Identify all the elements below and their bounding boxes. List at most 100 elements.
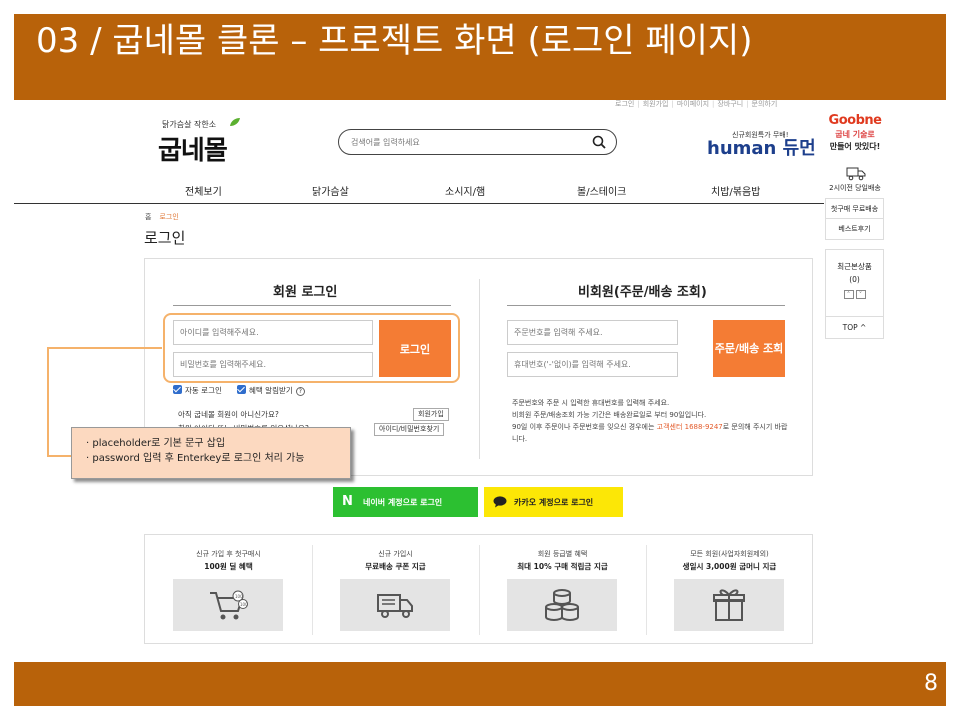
benefit-image — [340, 579, 450, 631]
benefit-item: 모든 회원(사업자회원제외) 생일시 3,000원 굽머니 지급 — [646, 535, 813, 645]
benefit-sub: 모든 회원(사업자회원제외) — [690, 550, 769, 558]
svg-text:100: 100 — [240, 602, 248, 607]
guest-lookup-title: 비회원(주문/배송 조회) — [578, 285, 707, 300]
site-logo[interactable]: 굽네몰 — [158, 130, 228, 167]
goobne-logo: Goobne — [828, 113, 882, 128]
goobne-slogan: 굽네 기술로 — [835, 130, 875, 139]
cart-icon: 100 100 — [210, 590, 248, 620]
top-button[interactable]: TOP ^ — [826, 316, 883, 338]
notify-label: 혜택 알림받기 — [249, 386, 293, 395]
benefit-image — [507, 579, 617, 631]
benefit-item: 회원 등급별 혜택 최대 10% 구매 적립금 지급 — [479, 535, 646, 645]
quick-menu: 첫구매 무료배송 베스트후기 — [825, 198, 884, 240]
member-login-title: 회원 로그인 — [273, 285, 338, 300]
guest-info-line-3a: 90일 이후 주문이나 주문번호를 잊으신 경우에는 — [512, 423, 657, 431]
guest-title-underline — [507, 305, 785, 306]
util-signup-link[interactable]: 회원가입 — [640, 100, 672, 109]
kakao-login-label: 카카오 계정으로 로그인 — [514, 497, 594, 507]
quick-free-shipping-link[interactable]: 첫구매 무료배송 — [826, 199, 883, 219]
chevron-up-icon[interactable]: ˄ — [843, 290, 854, 299]
goobne-banner[interactable]: Goobne 굽네 기술로 만들어 맛있다! 2시이전 당일배송 — [823, 113, 887, 192]
breadcrumb-home[interactable]: 홈 — [145, 213, 151, 221]
benefit-image — [674, 579, 784, 631]
phone-number-input[interactable] — [507, 352, 678, 377]
annotation-line-2: · password 입력 후 Enterkey로 로그인 처리 가능 — [86, 453, 305, 464]
coins-icon — [545, 589, 579, 621]
benefit-image: 100 100 — [173, 579, 283, 631]
highlight-box — [163, 313, 460, 383]
main-nav: 전체보기 닭가슴살 소시지/햄 볼/스테이크 치밥/볶음밥 — [14, 176, 824, 204]
recent-arrows: ˄ ˅ — [826, 290, 883, 299]
help-icon[interactable]: ? — [295, 387, 305, 396]
benefit-item: 신규 가입시 무료배송 쿠폰 지급 — [312, 535, 479, 645]
recent-label: 최근본상품 — [837, 262, 872, 271]
breadcrumb: 홈 로그인 — [145, 212, 179, 222]
nav-item-rice[interactable]: 치밥/볶음밥 — [711, 183, 760, 198]
notify-checkbox[interactable]: 혜택 알림받기? — [237, 385, 305, 396]
auto-login-label: 자동 로그인 — [185, 386, 222, 395]
goobne-slogan-2: 만들어 맛있다! — [829, 142, 881, 151]
connector-line-bottom — [47, 455, 73, 457]
naver-login-label: 네이버 계정으로 로그인 — [363, 497, 443, 507]
logo-slogan: 닭가슴살 작한소 — [162, 120, 217, 129]
nav-item-chicken-breast[interactable]: 닭가슴살 — [312, 183, 349, 198]
truck-icon — [377, 594, 413, 618]
benefit-title: 최대 10% 구매 적립금 지급 — [517, 562, 608, 571]
order-lookup-label: 주문/배송 조회 — [714, 341, 784, 355]
util-login-link[interactable]: 로그인 — [612, 100, 637, 109]
checkbox-checked-icon — [173, 385, 182, 394]
guest-info-line-2: 비회원 주문/배송조회 가능 기간은 배송완료일로 부터 90일입니다. — [512, 411, 707, 419]
gift-icon — [713, 589, 745, 621]
connector-line-top — [47, 347, 162, 349]
order-number-input[interactable] — [507, 320, 678, 345]
auto-login-checkbox[interactable]: 자동 로그인 — [173, 385, 222, 396]
kakao-login-button[interactable]: 카카오 계정으로 로그인 — [484, 487, 623, 517]
nav-item-all[interactable]: 전체보기 — [185, 183, 222, 198]
guest-info-line-3: 90일 이후 주문이나 주문번호를 잊으신 경우에는 고객센터 1688-924… — [512, 421, 792, 445]
benefits-section: 신규 가입 후 첫구매시 100원 딜 혜택 100 100 신규 가입시 무료배… — [144, 534, 813, 644]
utility-links: 로그인 | 회원가입 | 마이페이지 | 장바구니 | 문의하기 — [612, 100, 780, 109]
order-lookup-button[interactable]: 주문/배송 조회 — [713, 320, 785, 377]
search-icon[interactable] — [592, 135, 606, 149]
checkbox-checked-icon — [237, 385, 246, 394]
util-mypage-link[interactable]: 마이페이지 — [674, 100, 712, 109]
recent-count: (0) — [849, 275, 860, 284]
annotation-tooltip: · placeholder로 기본 문구 삽입 · password 입력 후 … — [71, 427, 351, 479]
chevron-down-icon[interactable]: ˅ — [855, 290, 866, 299]
human-banner[interactable]: 신규회원특가 무배! human 듀먼 — [707, 126, 816, 159]
util-cart-link[interactable]: 장바구니 — [714, 100, 746, 109]
page-number: 8 — [924, 671, 938, 696]
delivery-text: 2시이전 당일배송 — [829, 184, 881, 192]
benefit-title: 생일시 3,000원 굽머니 지급 — [682, 562, 777, 571]
human-logo: human 듀먼 — [707, 138, 816, 159]
customer-center-link[interactable]: 고객센터 1688-9247 — [657, 423, 723, 431]
signup-button[interactable]: 회원가입 — [413, 408, 449, 421]
search-input[interactable] — [351, 135, 581, 149]
guest-info-line-1: 주문번호와 주문 시 입력한 휴대번호를 입력해 주세요. — [512, 399, 670, 407]
naver-login-button[interactable]: N 네이버 계정으로 로그인 — [333, 487, 478, 517]
nav-item-sausage[interactable]: 소시지/햄 — [445, 183, 485, 198]
nav-item-steak[interactable]: 볼/스테이크 — [577, 183, 626, 198]
slide-title: 03 / 굽네몰 클론 – 프로젝트 화면 (로그인 페이지) — [36, 21, 753, 61]
svg-text:100: 100 — [235, 594, 243, 599]
slide-footer: 8 — [14, 662, 946, 706]
benefit-sub: 신규 가입 후 첫구매시 — [196, 550, 261, 558]
benefit-sub: 회원 등급별 혜택 — [537, 550, 588, 558]
util-inquiry-link[interactable]: 문의하기 — [749, 100, 781, 109]
site-screenshot: 로그인|회원가입|마이페이지|장바구니|문의하기 닭가슴살 작한소 굽네몰 신규… — [14, 100, 946, 645]
breadcrumb-current: 로그인 — [159, 213, 179, 221]
benefit-sub: 신규 가입시 — [378, 550, 413, 558]
guest-info-text: 주문번호와 주문 시 입력한 휴대번호를 입력해 주세요. 비회원 주문/배송조… — [512, 397, 792, 445]
kakao-speech-icon — [493, 496, 507, 508]
leaf-icon — [230, 118, 240, 126]
member-title-underline — [173, 305, 451, 306]
page-title: 로그인 — [144, 229, 186, 247]
signup-question: 아직 굽네몰 회원이 아니신가요? — [178, 410, 279, 419]
naver-icon: N — [342, 494, 353, 509]
search-bar — [338, 129, 617, 155]
panel-divider — [479, 279, 480, 459]
connector-line-vertical — [47, 347, 49, 457]
find-account-button[interactable]: 아이디/비밀번호찾기 — [374, 423, 445, 436]
quick-best-review-link[interactable]: 베스트후기 — [826, 219, 883, 239]
truck-icon — [846, 167, 866, 181]
